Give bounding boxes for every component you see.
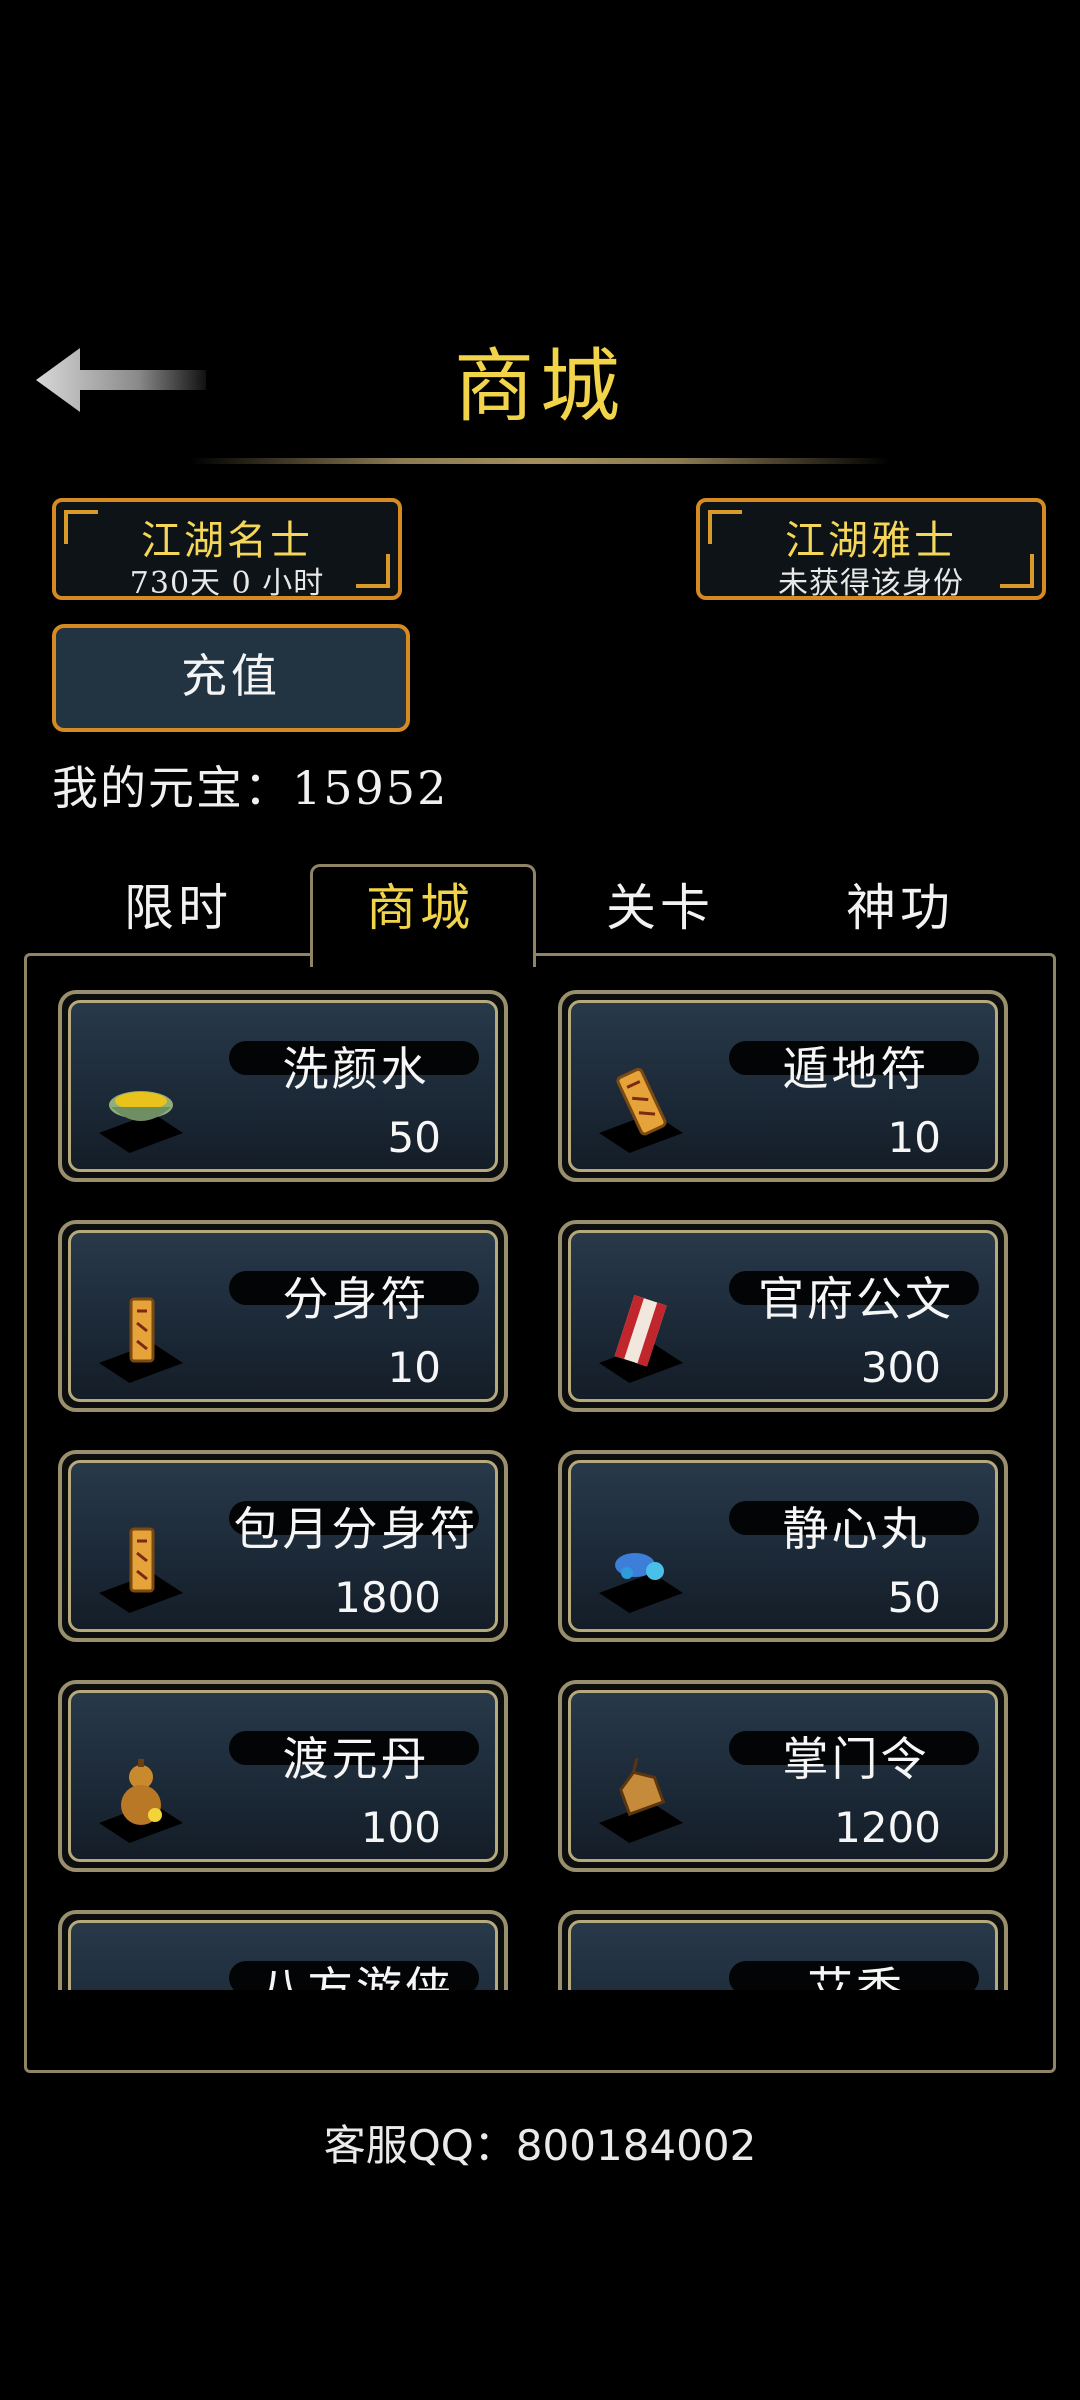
shop-item[interactable]: 八方游侠 (58, 1910, 508, 1990)
item-name: 遁地符 (782, 1042, 930, 1096)
talisman-icon (129, 1297, 155, 1363)
tab-skills[interactable]: 神功 (800, 868, 1000, 940)
card-body[interactable]: 遁地符 10 (568, 1000, 998, 1172)
tab-shop[interactable]: 商城 (320, 868, 520, 940)
card-body[interactable]: 洗颜水 50 (68, 1000, 498, 1172)
rank-badge-yashi[interactable]: 江湖雅士 未获得该身份 (696, 498, 1046, 601)
item-name: 分身符 (282, 1272, 430, 1326)
shop-item[interactable]: 分身符 10 (58, 1220, 508, 1412)
badge-status: 未获得该身份 (778, 566, 964, 601)
item-name: 静心丸 (782, 1502, 930, 1556)
card-body[interactable]: 八方游侠 (68, 1920, 498, 1990)
badge-duration: 730天 0 小时 (129, 566, 325, 601)
card-body[interactable]: 掌门令 1200 (568, 1690, 998, 1862)
page-title: 商城 (454, 340, 626, 433)
item-price: 10 (887, 1113, 941, 1162)
shop-item[interactable]: 洗颜水 50 (58, 990, 508, 1182)
document-icon (614, 1295, 667, 1367)
card-body[interactable]: 分身符 10 (68, 1230, 498, 1402)
item-grid[interactable]: 洗颜水 50 遁地符 10 分身符 10 官府公文 300 包月分身符 1800… (52, 980, 1032, 1990)
shop-item[interactable]: 官府公文 300 (558, 1220, 1008, 1412)
card-body[interactable]: 静心丸 50 (568, 1460, 998, 1632)
gourd-icon (121, 1759, 162, 1825)
shop-item[interactable]: 遁地符 10 (558, 990, 1008, 1182)
rank-badge-mingshi[interactable]: 江湖名士 730天 0 小时 (52, 498, 402, 601)
tab-limited[interactable]: 限时 (78, 868, 278, 940)
item-price: 300 (860, 1343, 941, 1392)
shop-item[interactable]: 艾香 (558, 1910, 1008, 1990)
tab-gap (313, 950, 527, 958)
shop-item[interactable]: 包月分身符 1800 (58, 1450, 508, 1642)
title-divider (190, 458, 890, 464)
item-price: 100 (360, 1803, 441, 1852)
recharge-button[interactable]: 充值 (52, 624, 410, 732)
customer-service-qq: 客服QQ：800184002 (323, 2121, 757, 2170)
item-name: 洗颜水 (282, 1042, 430, 1096)
tab-levels[interactable]: 关卡 (560, 868, 760, 940)
shop-item[interactable]: 静心丸 50 (558, 1450, 1008, 1642)
item-price: 1200 (834, 1803, 941, 1852)
talisman-icon (616, 1067, 667, 1136)
shop-item[interactable]: 渡元丹 100 (58, 1680, 508, 1872)
talisman-icon (129, 1527, 155, 1593)
card-body[interactable]: 包月分身符 1800 (68, 1460, 498, 1632)
item-name: 掌门令 (782, 1732, 930, 1786)
pill-icon (615, 1553, 664, 1580)
ingot-balance: 我的元宝：15952 (52, 761, 449, 815)
item-name: 八方游侠 (258, 1962, 454, 1990)
item-name: 渡元丹 (282, 1732, 430, 1786)
bowl-icon (109, 1091, 173, 1121)
mask-icon (101, 1983, 181, 1990)
card-body[interactable]: 艾香 (568, 1920, 998, 1990)
item-price: 50 (887, 1573, 941, 1622)
item-price: 10 (387, 1343, 441, 1392)
item-name: 包月分身符 (233, 1502, 479, 1556)
incense-icon (601, 1983, 681, 1990)
card-body[interactable]: 渡元丹 100 (68, 1690, 498, 1862)
shop-item[interactable]: 掌门令 1200 (558, 1680, 1008, 1872)
item-price: 1800 (334, 1573, 441, 1622)
item-name: 官府公文 (758, 1272, 954, 1326)
card-body[interactable]: 官府公文 300 (568, 1230, 998, 1402)
item-name: 艾香 (807, 1962, 905, 1990)
item-price: 50 (387, 1113, 441, 1162)
token-icon (618, 1757, 666, 1817)
